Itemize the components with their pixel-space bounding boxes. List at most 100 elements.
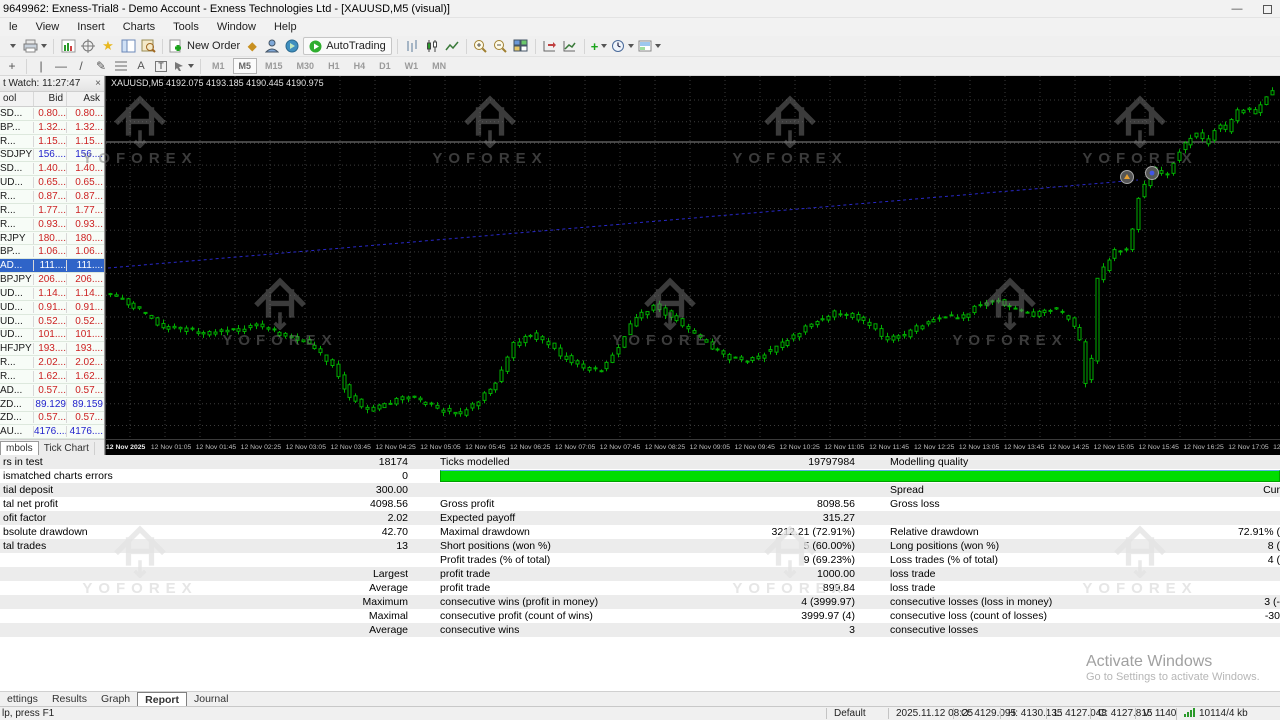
- symbol-column-header[interactable]: ool: [0, 92, 33, 106]
- market-watch-row[interactable]: R... 1.62... 1.62...: [0, 370, 104, 384]
- templates-icon[interactable]: [637, 37, 662, 55]
- new-chart-icon[interactable]: [59, 37, 77, 55]
- timeframe-button[interactable]: H4: [348, 58, 372, 74]
- market-watch-row[interactable]: SD... 1.40... 1.40...: [0, 162, 104, 177]
- arrows-icon[interactable]: [172, 57, 195, 75]
- timeframe-button[interactable]: M5: [232, 58, 258, 74]
- report-row: bsolute drawdown 42.70 Maximal drawdown …: [0, 525, 1280, 539]
- menu-item[interactable]: View: [27, 18, 69, 36]
- timeframe-button[interactable]: H1: [322, 58, 346, 74]
- symbol-cell: R...: [0, 218, 16, 230]
- menu-item[interactable]: Window: [208, 18, 265, 36]
- favorites-star-icon[interactable]: ★: [99, 37, 117, 55]
- text-label-icon[interactable]: T: [152, 57, 170, 75]
- text-icon[interactable]: A: [132, 57, 150, 75]
- timeframe-button[interactable]: D1: [373, 58, 397, 74]
- menu-item[interactable]: le: [0, 18, 27, 36]
- market-watch-row[interactable]: BP... 1.32... 1.32...: [0, 121, 104, 135]
- report-value-2: 315.27: [822, 512, 855, 524]
- autotrading-button[interactable]: AutoTrading: [303, 37, 392, 55]
- market-watch-row[interactable]: HFJPY 193.... 193....: [0, 342, 104, 357]
- report-value-2: 3212.21 (72.91%): [771, 526, 855, 538]
- new-order-button[interactable]: New Order: [168, 37, 241, 55]
- time-axis-label: 12 Nov 13:05: [958, 444, 1000, 451]
- timeframe-button[interactable]: M1: [206, 58, 231, 74]
- tester-tab[interactable]: ettings: [0, 692, 45, 707]
- vertical-line-icon[interactable]: |: [32, 57, 50, 75]
- auto-scroll-icon[interactable]: [561, 37, 579, 55]
- market-watch-row[interactable]: R... 1.15... 1.15...: [0, 135, 104, 149]
- channel-icon[interactable]: ✎: [92, 57, 110, 75]
- market-watch-row[interactable]: UD... 0.65... 0.65...: [0, 176, 104, 191]
- status-profile[interactable]: Default: [826, 708, 866, 719]
- scripts-icon[interactable]: [283, 37, 301, 55]
- timeframe-button[interactable]: MN: [426, 58, 452, 74]
- periods-clock-icon[interactable]: [610, 37, 635, 55]
- maximize-button[interactable]: [1260, 3, 1274, 15]
- tester-tab[interactable]: Results: [45, 692, 94, 707]
- market-watch-row[interactable]: BP... 1.06... 1.06...: [0, 245, 104, 260]
- tester-visual-icon[interactable]: [139, 37, 157, 55]
- ask-column-header[interactable]: Ask: [66, 92, 103, 106]
- zoom-out-icon[interactable]: [492, 37, 510, 55]
- window-controls: ―: [1230, 0, 1274, 18]
- market-watch-row[interactable]: R... 0.87... 0.87...: [0, 190, 104, 204]
- market-watch-row[interactable]: BPJPY 206.... 206....: [0, 273, 104, 287]
- tester-tab[interactable]: Report: [137, 691, 187, 707]
- minimize-button[interactable]: ―: [1230, 3, 1244, 15]
- timeframe-button[interactable]: W1: [399, 58, 425, 74]
- report-value-2: 4 (3999.97): [801, 596, 855, 608]
- market-watch-row[interactable]: ZD... 89.129 89.159: [0, 398, 104, 412]
- bar-chart-mode-icon[interactable]: [403, 37, 421, 55]
- menu-item[interactable]: Charts: [114, 18, 164, 36]
- profiles-icon[interactable]: [79, 37, 97, 55]
- expert-advisor-icon[interactable]: [263, 37, 281, 55]
- trendline-icon[interactable]: /: [72, 57, 90, 75]
- market-watch-row[interactable]: SD... 0.80... 0.80...: [0, 107, 104, 121]
- tester-tab[interactable]: Graph: [94, 692, 137, 707]
- market-watch-row[interactable]: SDJPY 156.... 156....: [0, 149, 104, 163]
- market-watch-row[interactable]: R... 1.77... 1.77...: [0, 204, 104, 218]
- zoom-in-icon[interactable]: [472, 37, 490, 55]
- market-watch-row[interactable]: AU... 4176.... 4176....: [0, 425, 104, 439]
- tester-tab[interactable]: Journal: [187, 692, 235, 707]
- time-axis[interactable]: 12 Nov 2025 12 Nov 01:05 12 Nov 01:45 12 No…: [106, 439, 1280, 455]
- printer-icon: [23, 39, 38, 53]
- market-watch-row[interactable]: R... 2.02... 2.02...: [0, 356, 104, 371]
- market-watch-row[interactable]: UD... 0.91... 0.91...: [0, 301, 104, 315]
- print-icon[interactable]: [22, 37, 48, 55]
- market-watch-row[interactable]: AD... 0.57... 0.57...: [0, 384, 104, 398]
- time-axis-label: 12 Nov 11:45: [869, 444, 910, 451]
- market-watch-row[interactable]: UD... 101.... 101....: [0, 329, 104, 343]
- indicators-add-icon[interactable]: +: [590, 37, 609, 55]
- market-watch-tab[interactable]: mbols: [0, 441, 39, 455]
- market-watch-tab[interactable]: Tick Chart: [39, 442, 95, 455]
- candlestick-mode-icon[interactable]: [423, 37, 441, 55]
- timeframe-button[interactable]: M30: [291, 58, 321, 74]
- close-icon[interactable]: ×: [95, 78, 101, 89]
- bid-column-header[interactable]: Bid: [33, 92, 66, 106]
- indicator-diamond-icon[interactable]: ◆: [243, 37, 261, 55]
- menu-item[interactable]: Tools: [164, 18, 208, 36]
- market-watch-row[interactable]: R... 0.93... 0.93...: [0, 218, 104, 232]
- time-axis-label: 12 Nov 15:45: [1138, 444, 1179, 451]
- crosshair-icon[interactable]: +: [3, 57, 21, 75]
- tile-windows-icon[interactable]: [512, 37, 530, 55]
- line-chart-mode-icon[interactable]: [443, 37, 461, 55]
- report-value-2: 5 (60.00%): [803, 540, 855, 552]
- horizontal-line-icon[interactable]: —: [52, 57, 70, 75]
- market-watch-row[interactable]: AD... 111.... 111....: [0, 259, 104, 274]
- market-watch-row[interactable]: RJPY 180.... 180....: [0, 232, 104, 246]
- menu-item[interactable]: Insert: [68, 18, 114, 36]
- market-watch-panel-icon[interactable]: [119, 37, 137, 55]
- chart-area[interactable]: XAUUSD,M5 4192.075 4193.185 4190.445 419…: [105, 76, 1280, 455]
- fibonacci-icon[interactable]: [112, 57, 130, 75]
- menubar: le View Insert Charts Tools Window Help: [0, 18, 1280, 36]
- market-watch-row[interactable]: UD... 0.52... 0.52...: [0, 315, 104, 329]
- market-watch-row[interactable]: ZD... 0.57... 0.57...: [0, 412, 104, 426]
- timeframe-button[interactable]: M15: [259, 58, 289, 74]
- menu-item[interactable]: Help: [265, 18, 306, 36]
- chart-shift-icon[interactable]: [541, 37, 559, 55]
- market-watch-row[interactable]: UD... 1.14... 1.14...: [0, 287, 104, 301]
- chart-type-dropdown-caret-icon[interactable]: [2, 37, 20, 55]
